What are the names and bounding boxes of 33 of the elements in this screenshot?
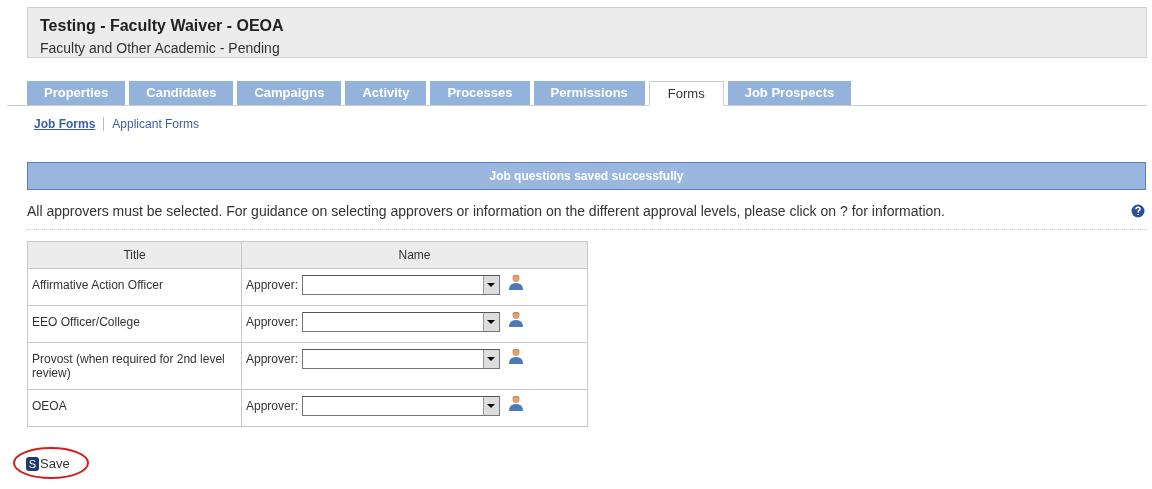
- table-cell: Affirmative Action Officer: [27, 268, 242, 306]
- column-header: Title: [27, 241, 242, 269]
- approver-label: Approver:: [246, 278, 299, 292]
- tab[interactable]: Processes: [430, 81, 530, 105]
- person-icon[interactable]: [508, 274, 525, 290]
- column-header: Name: [241, 241, 588, 269]
- tab[interactable]: Job Prospects: [727, 81, 852, 105]
- approver-dropdown[interactable]: [302, 275, 501, 295]
- person-icon[interactable]: [508, 348, 525, 364]
- approver-label: Approver:: [246, 315, 299, 329]
- page-subtitle: Faculty and Other Academic - Pending: [40, 40, 281, 56]
- approver-dropdown[interactable]: [302, 396, 501, 416]
- page-title: Testing - Faculty Waiver - OEOA: [40, 17, 285, 35]
- success-banner: Job questions saved successfully: [27, 162, 1146, 190]
- table-cell: OEOA: [27, 389, 242, 427]
- tab[interactable]: Permissions: [533, 81, 645, 105]
- tab[interactable]: Forms: [648, 81, 724, 106]
- tab[interactable]: Activity: [345, 81, 427, 105]
- table-cell: Provost (when required for 2nd level review): [27, 342, 242, 390]
- approver-dropdown[interactable]: [302, 349, 501, 369]
- table-cell: EEO Officer/College: [27, 305, 242, 343]
- subtab-link[interactable]: Applicant Forms: [112, 117, 200, 131]
- instructions-text: All approvers must be selected. For guidance on selecting approvers or information on the different approval levels, please click on ? for information.: [27, 203, 945, 219]
- tab[interactable]: Candidates: [129, 81, 234, 105]
- person-icon[interactable]: [508, 395, 525, 411]
- approver-dropdown[interactable]: [302, 312, 501, 332]
- approver-label: Approver:: [246, 352, 299, 366]
- person-icon[interactable]: [508, 311, 525, 327]
- help-icon[interactable]: [1131, 204, 1145, 218]
- tab[interactable]: Properties: [27, 81, 126, 105]
- tab[interactable]: Campaigns: [237, 81, 342, 105]
- approver-label: Approver:: [246, 399, 299, 413]
- subtab-link[interactable]: Job Forms: [34, 117, 96, 131]
